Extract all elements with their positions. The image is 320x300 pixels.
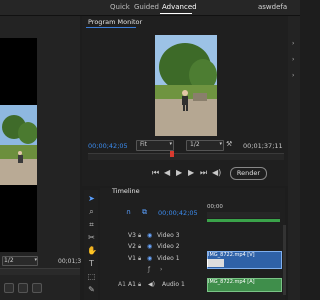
shape-tool-icon[interactable]: ⬚ bbox=[87, 272, 96, 281]
eye-icon[interactable]: ◉ bbox=[147, 232, 152, 239]
resolution-value: 1/2 bbox=[190, 141, 200, 148]
fit-dropdown[interactable]: Fit ▾ bbox=[136, 140, 174, 151]
frame-forward-icon[interactable]: ▶ bbox=[188, 168, 194, 177]
mode-advanced[interactable]: Advanced bbox=[162, 3, 197, 11]
program-scrub-bar[interactable] bbox=[88, 153, 284, 160]
timeline-title: Timeline bbox=[112, 187, 140, 195]
step-back-icon[interactable]: ⏮ bbox=[152, 168, 159, 178]
render-button[interactable]: Render bbox=[230, 167, 267, 180]
razor-tool-icon[interactable]: ✂ bbox=[87, 233, 96, 242]
track-id-v3: V3 bbox=[128, 232, 136, 239]
track-id-v1: V1 bbox=[128, 255, 136, 262]
fit-value: Fit bbox=[140, 141, 148, 148]
eye-icon[interactable]: ◉ bbox=[147, 243, 152, 250]
pen-tool-icon[interactable]: ✎ bbox=[87, 285, 96, 294]
mode-guided[interactable]: Guided bbox=[134, 3, 159, 11]
program-duration: 00;01;37;11 bbox=[243, 142, 283, 150]
source-resolution-value: 1/2 bbox=[4, 257, 14, 264]
program-monitor-title: Program Monitor bbox=[88, 18, 143, 26]
magnet-snap-icon[interactable]: ∩ bbox=[126, 208, 131, 216]
audio-clip-label: IMG_8722.mp4 [A] bbox=[208, 279, 255, 285]
frame-back-icon[interactable]: ◀ bbox=[164, 168, 170, 177]
speaker-icon[interactable]: ◀) bbox=[148, 281, 155, 288]
chevron-down-icon: ▾ bbox=[34, 257, 37, 263]
source-button-2[interactable] bbox=[18, 283, 28, 293]
lock-icon[interactable]: 🔒︎ bbox=[138, 232, 141, 240]
mode-active-underline bbox=[160, 13, 192, 14]
timeline-work-area-bar[interactable] bbox=[207, 219, 280, 222]
source-resolution-dropdown[interactable]: 1/2 ▾ bbox=[2, 256, 38, 266]
source-video-image bbox=[0, 105, 37, 185]
video-clip-thumbnail bbox=[207, 259, 224, 267]
chevron-right-icon[interactable]: › bbox=[160, 266, 162, 273]
audio-icon[interactable]: ◀) bbox=[212, 168, 221, 177]
resolution-dropdown[interactable]: 1/2 ▾ bbox=[186, 140, 224, 151]
chevron-right-icon[interactable]: › bbox=[292, 56, 294, 63]
lock-icon[interactable]: 🔒︎ bbox=[138, 281, 141, 289]
settings-wrench-icon[interactable]: ⚒ bbox=[226, 140, 232, 148]
source-button-1[interactable] bbox=[4, 283, 14, 293]
hand-tool-icon[interactable]: ✋ bbox=[87, 246, 97, 255]
video-clip-label: IMG_8722.mp4 [V] bbox=[208, 252, 255, 258]
program-video-frame[interactable] bbox=[155, 35, 217, 136]
track-id-v2: V2 bbox=[128, 243, 136, 250]
track-id-a1: A1 bbox=[128, 281, 136, 288]
timeline-ruler-timecode: 00;00 bbox=[207, 204, 223, 210]
program-playhead[interactable] bbox=[170, 151, 174, 157]
zoom-tool-icon[interactable]: ⌕ bbox=[87, 207, 96, 216]
source-scrub-bar[interactable] bbox=[0, 268, 80, 275]
text-tool-icon[interactable]: T bbox=[87, 259, 96, 268]
fx-icon[interactable]: ƒ bbox=[148, 266, 150, 273]
track-name-video-1: Video 1 bbox=[157, 255, 180, 262]
track-name-audio-1: Audio 1 bbox=[162, 281, 185, 288]
chevron-down-icon: ▾ bbox=[219, 141, 222, 147]
project-name: aswdefa bbox=[258, 3, 288, 11]
track-name-video-2: Video 2 bbox=[157, 243, 180, 250]
source-timecode: 00;01;3 bbox=[58, 258, 82, 265]
selection-tool-icon[interactable]: ➤ bbox=[87, 194, 96, 203]
mode-quick[interactable]: Quick bbox=[110, 3, 130, 11]
chevron-right-icon[interactable]: › bbox=[292, 40, 294, 47]
program-current-timecode[interactable]: 00;00;42;05 bbox=[88, 142, 128, 150]
lock-icon[interactable]: 🔒︎ bbox=[138, 255, 141, 263]
linked-selection-icon[interactable]: ⧉ bbox=[142, 208, 147, 217]
timeline-ruler[interactable] bbox=[207, 212, 280, 218]
eye-icon[interactable]: ◉ bbox=[147, 255, 152, 262]
chevron-right-icon[interactable]: › bbox=[292, 72, 294, 79]
track-name-video-3: Video 3 bbox=[157, 232, 180, 239]
panel-active-underline bbox=[86, 27, 136, 28]
step-forward-icon[interactable]: ⏭ bbox=[200, 168, 207, 178]
track-target-a1[interactable]: A1 bbox=[118, 281, 126, 288]
crop-tool-icon[interactable]: ⌗ bbox=[87, 220, 96, 229]
audio-clip[interactable]: IMG_8722.mp4 [A] bbox=[207, 278, 282, 292]
chevron-down-icon: ▾ bbox=[169, 141, 172, 147]
lock-icon[interactable]: 🔒︎ bbox=[138, 243, 141, 251]
timeline-timecode[interactable]: 00;00;42;05 bbox=[158, 209, 198, 217]
play-icon[interactable]: ▶ bbox=[176, 168, 182, 177]
source-button-3[interactable] bbox=[32, 283, 42, 293]
timeline-scrollbar[interactable] bbox=[283, 225, 286, 295]
